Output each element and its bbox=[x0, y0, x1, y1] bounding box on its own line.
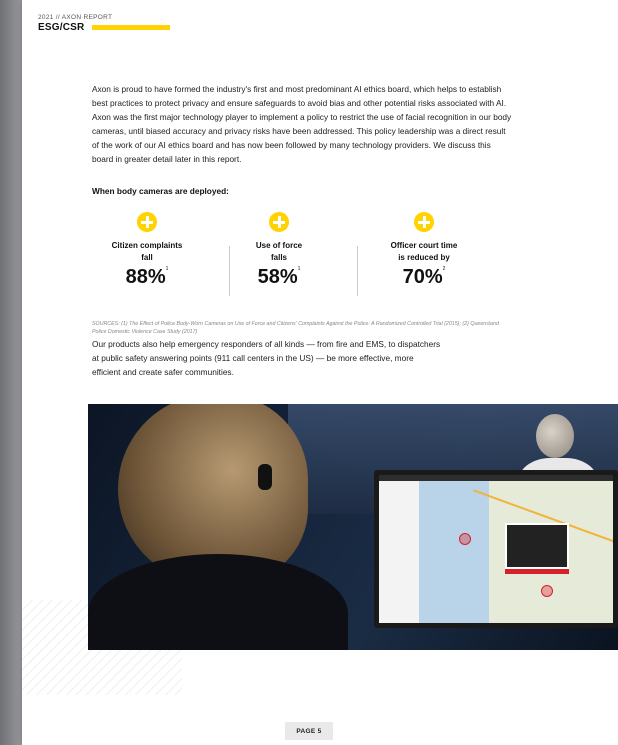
stat-citizen-complaints: Citizen complaints fall 88%1 bbox=[87, 212, 207, 289]
accent-bar bbox=[92, 25, 171, 30]
document-page: 2021 // AXON REPORT ESG/CSR Axon is prou… bbox=[22, 0, 618, 745]
stat-label: Officer court time is reduced by bbox=[364, 240, 484, 264]
report-line: 2021 // AXON REPORT bbox=[38, 14, 113, 21]
map-pin-icon bbox=[541, 585, 553, 597]
page-number: PAGE 5 bbox=[285, 722, 333, 740]
screen-video-bar bbox=[505, 569, 569, 574]
stat-value: 70%2 bbox=[364, 266, 484, 289]
stat-value: 88%1 bbox=[87, 266, 207, 289]
page-title: ESG/CSR bbox=[38, 22, 85, 33]
photo-background-person-head bbox=[536, 414, 574, 458]
stat-court-time: Officer court time is reduced by 70%2 bbox=[364, 212, 484, 289]
sources-note: SOURCES: (1) The Effect of Police Body-W… bbox=[92, 321, 499, 335]
stat-label-line1: Citizen complaints bbox=[111, 241, 183, 250]
stat-value-text: 70% bbox=[402, 266, 443, 288]
stat-value-text: 88% bbox=[125, 266, 166, 288]
screen-video bbox=[505, 523, 569, 569]
body-paragraph: Our products also help emergency respond… bbox=[92, 339, 441, 377]
stat-label-line1: Officer court time bbox=[390, 241, 458, 250]
stat-divider bbox=[357, 246, 358, 296]
stat-label-line1: Use of force bbox=[255, 241, 303, 250]
map-pin-icon bbox=[459, 533, 471, 545]
screen-sidebar bbox=[379, 481, 419, 623]
intro-paragraph: Axon is proud to have formed the industr… bbox=[92, 84, 512, 164]
stat-value-text: 58% bbox=[257, 266, 298, 288]
stats-heading: When body cameras are deployed: bbox=[92, 186, 229, 196]
photo-monitor bbox=[374, 470, 618, 628]
stat-value: 58%1 bbox=[219, 266, 339, 289]
stat-footnote: 1 bbox=[165, 266, 169, 272]
plus-icon bbox=[414, 212, 434, 232]
photo-monitor-screen bbox=[379, 475, 613, 623]
stat-footnote: 2 bbox=[442, 266, 446, 272]
screen-map-water bbox=[419, 481, 489, 623]
plus-icon bbox=[269, 212, 289, 232]
header-title-row: ESG/CSR bbox=[38, 22, 171, 33]
stat-footnote: 1 bbox=[297, 266, 301, 272]
decorative-hatch bbox=[22, 600, 182, 695]
headset-icon bbox=[258, 464, 272, 490]
page-header: 2021 // AXON REPORT ESG/CSR bbox=[38, 14, 171, 33]
plus-icon bbox=[137, 212, 157, 232]
stat-use-of-force: Use of force falls 58%1 bbox=[219, 212, 339, 289]
stat-label-line2: is reduced by bbox=[398, 253, 450, 262]
stat-label-line2: falls bbox=[270, 253, 287, 262]
viewer-left-edge bbox=[0, 0, 22, 745]
stat-label-line2: fall bbox=[141, 253, 153, 262]
stat-label: Use of force falls bbox=[219, 240, 339, 264]
stat-label: Citizen complaints fall bbox=[87, 240, 207, 264]
